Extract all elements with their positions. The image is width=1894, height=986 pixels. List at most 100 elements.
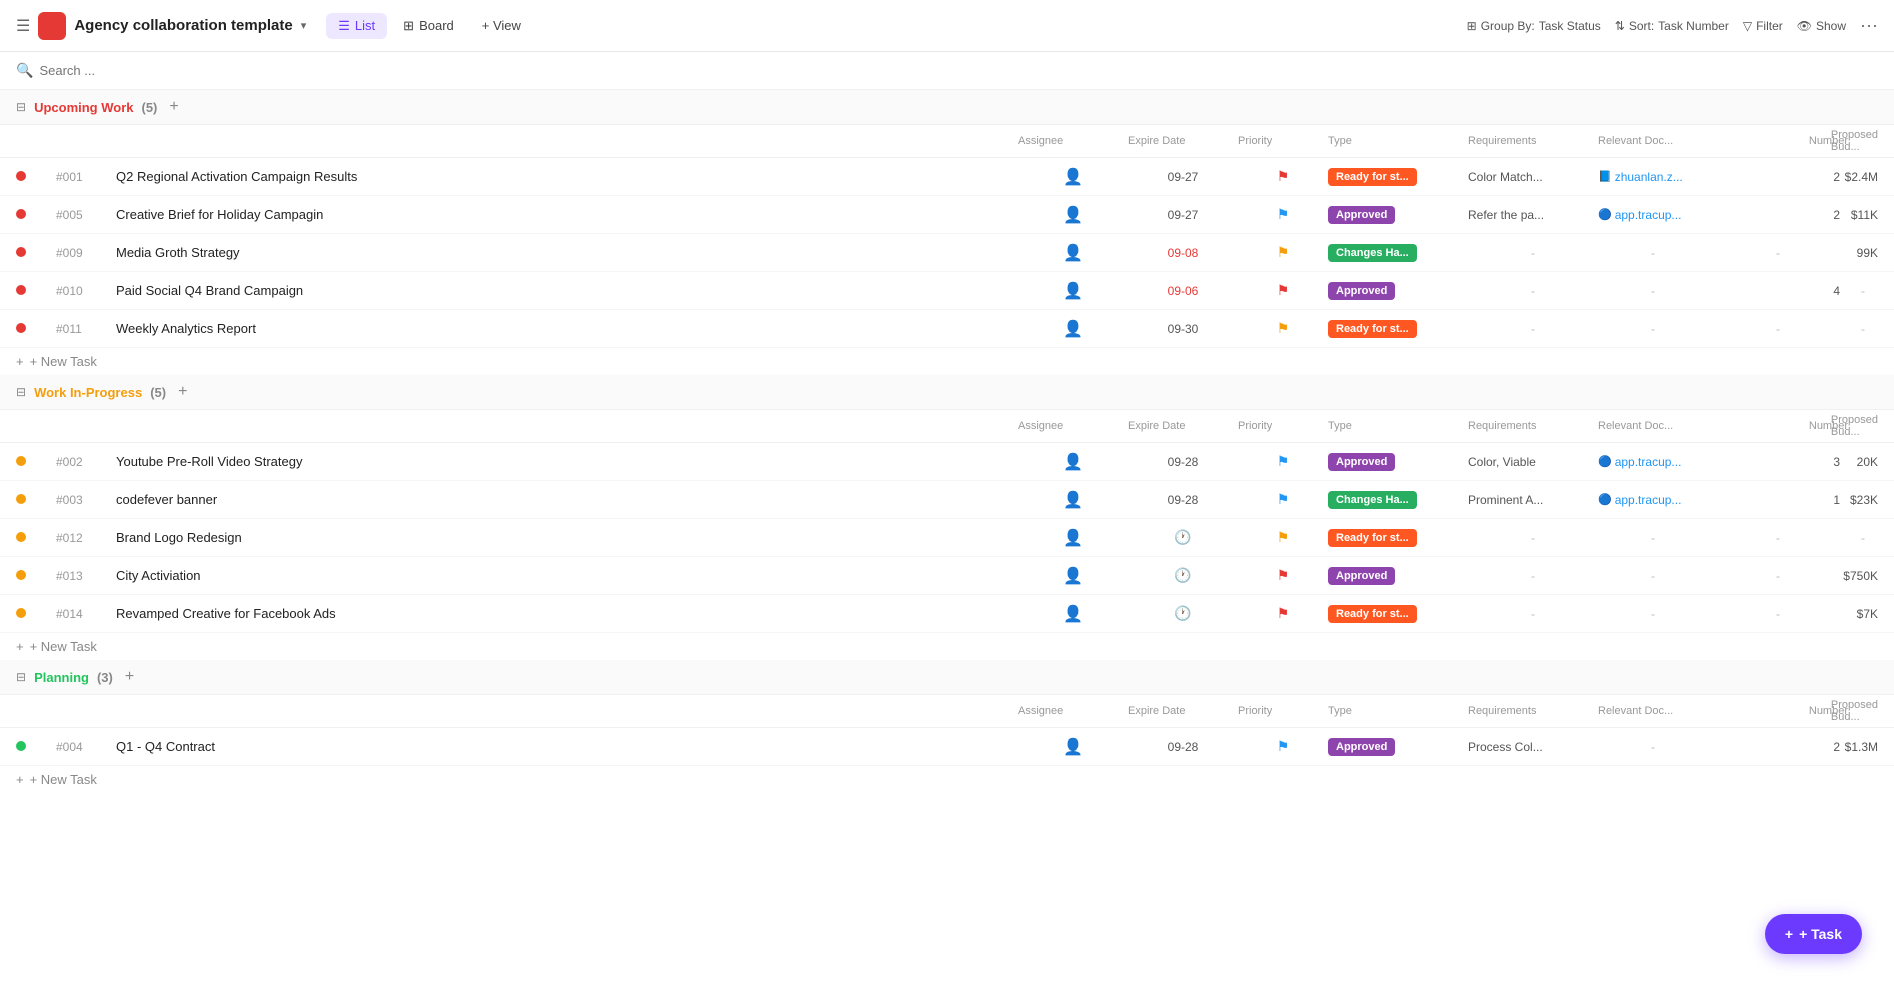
task-name[interactable]: Revamped Creative for Facebook Ads	[116, 606, 1018, 621]
section-add-icon[interactable]: +	[125, 668, 134, 686]
budget-cell: $2.4M	[1848, 170, 1878, 184]
group-by-control[interactable]: ⊞ Group By: Task Status	[1467, 19, 1601, 33]
assignee-cell[interactable]: 👤	[1018, 243, 1128, 263]
section-add-icon[interactable]: +	[178, 383, 187, 401]
expire-date: 09-28	[1128, 493, 1238, 507]
assignee-cell[interactable]: 👤	[1018, 566, 1128, 586]
task-name[interactable]: Q2 Regional Activation Campaign Results	[116, 169, 1018, 184]
task-name[interactable]: Paid Social Q4 Brand Campaign	[116, 283, 1018, 298]
assignee-cell[interactable]: 👤	[1018, 205, 1128, 225]
table-row[interactable]: #014 Revamped Creative for Facebook Ads …	[0, 595, 1894, 633]
rel-doc-cell[interactable]: 📘zhuanlan.z...	[1598, 170, 1708, 184]
assignee-cell[interactable]: 👤	[1018, 281, 1128, 301]
new-task-button-planning[interactable]: + + New Task	[0, 766, 1894, 793]
task-status-dot	[16, 207, 56, 222]
task-name[interactable]: Youtube Pre-Roll Video Strategy	[116, 454, 1018, 469]
priority-cell: ⚑	[1238, 206, 1328, 223]
task-name[interactable]: Q1 - Q4 Contract	[116, 739, 1018, 754]
more-options-icon[interactable]: ···	[1860, 15, 1878, 36]
priority-flag-icon: ⚑	[1277, 738, 1290, 755]
requirements-cell: Process Col...	[1468, 740, 1588, 754]
table-row[interactable]: #002 Youtube Pre-Roll Video Strategy 👤 0…	[0, 443, 1894, 481]
col-expire-date: Expire Date	[1128, 699, 1238, 723]
col-name	[116, 699, 1018, 723]
table-row[interactable]: #001 Q2 Regional Activation Campaign Res…	[0, 158, 1894, 196]
new-task-plus-icon: +	[16, 639, 24, 654]
filter-control[interactable]: ▽ Filter	[1743, 19, 1783, 33]
hamburger-icon[interactable]: ☰	[16, 16, 30, 36]
table-row[interactable]: #013 City Activiation 👤 🕐 ⚑ Approved - -…	[0, 557, 1894, 595]
table-row[interactable]: #009 Media Groth Strategy 👤 09-08 ⚑ Chan…	[0, 234, 1894, 272]
dropdown-arrow-icon[interactable]: ▾	[301, 19, 307, 32]
clock-icon: 🕐	[1128, 605, 1238, 622]
section-add-icon[interactable]: +	[169, 98, 178, 116]
search-input[interactable]	[39, 63, 339, 78]
col-assignee: Assignee	[1018, 129, 1128, 153]
task-name[interactable]: codefever banner	[116, 492, 1018, 507]
type-badge: Changes Ha...	[1328, 244, 1417, 262]
type-badge: Ready for st...	[1328, 320, 1417, 338]
priority-cell: ⚑	[1238, 605, 1328, 622]
type-badge: Changes Ha...	[1328, 491, 1417, 509]
task-name[interactable]: Creative Brief for Holiday Campagin	[116, 207, 1018, 222]
priority-flag-icon: ⚑	[1277, 168, 1290, 185]
budget-cell: $11K	[1848, 208, 1878, 222]
col-type: Type	[1328, 129, 1468, 153]
table-row[interactable]: #010 Paid Social Q4 Brand Campaign 👤 09-…	[0, 272, 1894, 310]
section-collapse-icon[interactable]: ⊟	[16, 100, 26, 114]
number-cell: -	[1708, 322, 1848, 336]
rel-doc-cell: -	[1598, 284, 1708, 298]
table-row[interactable]: #012 Brand Logo Redesign 👤 🕐 ⚑ Ready for…	[0, 519, 1894, 557]
header-nav: ☰ List ⊞ Board + View	[326, 13, 533, 39]
assignee-cell[interactable]: 👤	[1018, 319, 1128, 339]
col-headers-upcoming: Assignee Expire Date Priority Type Requi…	[0, 125, 1894, 158]
task-name[interactable]: Weekly Analytics Report	[116, 321, 1018, 336]
table-row[interactable]: #004 Q1 - Q4 Contract 👤 09-28 ⚑ Approved…	[0, 728, 1894, 766]
board-nav-button[interactable]: ⊞ Board	[391, 13, 466, 39]
col-dot	[16, 129, 56, 153]
new-task-button-upcoming[interactable]: + + New Task	[0, 348, 1894, 375]
budget-cell: -	[1848, 284, 1878, 298]
number-cell: -	[1708, 607, 1848, 621]
assignee-cell[interactable]: 👤	[1018, 167, 1128, 187]
show-control[interactable]: 👁 Show	[1797, 19, 1846, 33]
priority-flag-icon: ⚑	[1277, 491, 1290, 508]
assignee-cell[interactable]: 👤	[1018, 737, 1128, 757]
priority-cell: ⚑	[1238, 491, 1328, 508]
new-task-button-in-progress[interactable]: + + New Task	[0, 633, 1894, 660]
project-title: Agency collaboration template	[74, 17, 292, 34]
col-expire-date: Expire Date	[1128, 414, 1238, 438]
task-status-dot	[16, 283, 56, 298]
section-collapse-icon[interactable]: ⊟	[16, 670, 26, 684]
app-logo	[38, 12, 66, 40]
section-header-upcoming: ⊟ Upcoming Work (5) +	[0, 90, 1894, 125]
task-status-dot	[16, 454, 56, 469]
expire-date: 09-28	[1128, 740, 1238, 754]
table-row[interactable]: #005 Creative Brief for Holiday Campagin…	[0, 196, 1894, 234]
rel-doc-cell: -	[1598, 740, 1708, 754]
task-name[interactable]: Brand Logo Redesign	[116, 530, 1018, 545]
rel-doc-cell[interactable]: 🔵app.tracup...	[1598, 208, 1708, 222]
sort-control[interactable]: ⇅ Sort: Task Number	[1615, 19, 1729, 33]
rel-doc-cell[interactable]: 🔵app.tracup...	[1598, 493, 1708, 507]
list-nav-button[interactable]: ☰ List	[326, 13, 387, 39]
table-row[interactable]: #003 codefever banner 👤 09-28 ⚑ Changes …	[0, 481, 1894, 519]
number-cell: -	[1708, 569, 1848, 583]
number-cell: 1	[1708, 493, 1848, 507]
priority-flag-icon: ⚑	[1277, 244, 1290, 261]
expire-date: 09-06	[1128, 284, 1238, 298]
col-dot	[16, 699, 56, 723]
assignee-cell[interactable]: 👤	[1018, 490, 1128, 510]
add-task-fab[interactable]: + + Task	[1765, 914, 1862, 954]
assignee-cell[interactable]: 👤	[1018, 452, 1128, 472]
assignee-cell[interactable]: 👤	[1018, 604, 1128, 624]
section-collapse-icon[interactable]: ⊟	[16, 385, 26, 399]
type-badge-cell: Changes Ha...	[1328, 244, 1468, 262]
rel-doc-cell[interactable]: 🔵app.tracup...	[1598, 455, 1708, 469]
task-name[interactable]: City Activiation	[116, 568, 1018, 583]
table-row[interactable]: #011 Weekly Analytics Report 👤 09-30 ⚑ R…	[0, 310, 1894, 348]
view-nav-button[interactable]: + View	[470, 13, 533, 38]
task-name[interactable]: Media Groth Strategy	[116, 245, 1018, 260]
task-number: #004	[56, 740, 116, 754]
assignee-cell[interactable]: 👤	[1018, 528, 1128, 548]
